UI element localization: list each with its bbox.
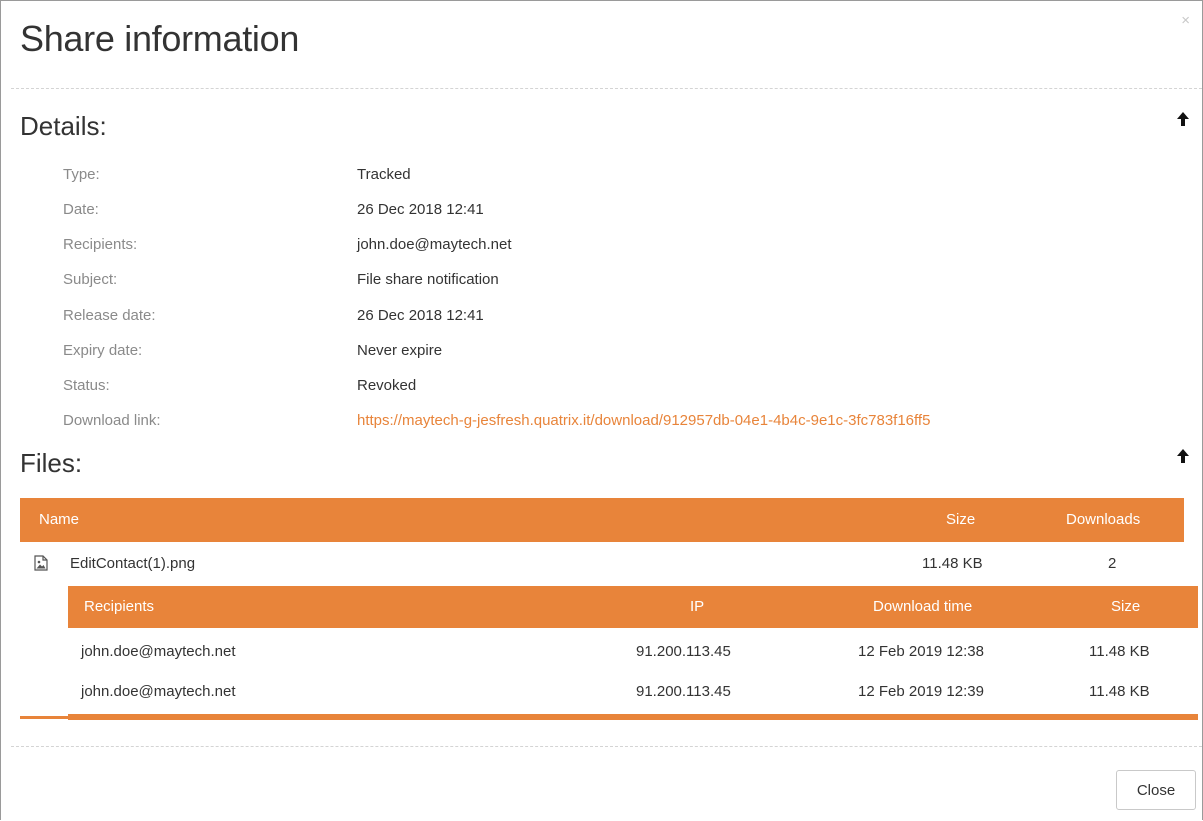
download-link[interactable]: https://maytech-g-jesfresh.quatrix.it/do… [357,412,930,429]
downloads-table-footer-bar [68,714,1198,720]
download-ip: 91.200.113.45 [636,683,731,700]
downloads-table-header: Recipients IP Download time Size [68,586,1198,628]
detail-label: Status: [63,377,110,394]
detail-label: Expiry date: [63,342,143,359]
dialog-title: Share information [20,18,300,59]
download-row: john.doe@maytech.net 91.200.113.45 12 Fe… [68,635,1198,671]
footer-divider [11,746,1202,747]
file-downloads-count: 2 [1108,555,1117,572]
download-row: john.doe@maytech.net 91.200.113.45 12 Fe… [68,675,1198,711]
image-file-icon [34,555,48,571]
column-header-ip[interactable]: IP [690,598,704,615]
file-row[interactable]: EditContact(1).png 11.48 KB 2 [20,549,1184,581]
download-time: 12 Feb 2019 12:39 [858,683,984,700]
download-time: 12 Feb 2019 12:38 [858,643,984,660]
detail-value: Tracked [357,166,411,183]
files-collapse-arrow-up-icon[interactable] [1176,448,1190,464]
files-table-footer-bar [20,716,68,719]
detail-value: 26 Dec 2018 12:41 [357,201,484,218]
detail-value: john.doe@maytech.net [357,236,512,253]
column-header-download-time[interactable]: Download time [873,598,972,615]
download-ip: 91.200.113.45 [636,643,731,660]
detail-value: File share notification [357,271,499,288]
download-recipient: john.doe@maytech.net [81,643,236,660]
column-header-size[interactable]: Size [1111,598,1140,615]
download-size: 11.48 KB [1089,683,1150,700]
files-table-header: Name Size Downloads [20,498,1184,542]
detail-value: Never expire [357,342,443,359]
file-name[interactable]: EditContact(1).png [70,555,195,572]
download-size: 11.48 KB [1089,643,1150,660]
close-button[interactable]: Close [1116,770,1196,810]
download-recipient: john.doe@maytech.net [81,683,236,700]
detail-label: Type: [63,166,100,183]
share-information-dialog: × Share information Details: Type: Track… [0,0,1203,820]
files-heading: Files: [20,448,83,478]
detail-label: Subject: [63,271,118,288]
detail-label: Download link: [63,412,161,429]
close-icon[interactable]: × [1181,13,1190,28]
column-header-downloads[interactable]: Downloads [1066,511,1140,528]
column-header-size[interactable]: Size [946,511,975,528]
header-divider [11,88,1202,89]
details-collapse-arrow-up-icon[interactable] [1176,111,1190,127]
file-size: 11.48 KB [922,555,983,572]
detail-label: Release date: [63,307,156,324]
details-heading: Details: [20,111,107,141]
column-header-recipients[interactable]: Recipients [84,598,154,615]
detail-label: Recipients: [63,236,138,253]
column-header-name[interactable]: Name [39,511,79,528]
detail-value: 26 Dec 2018 12:41 [357,307,484,324]
detail-value: Revoked [357,377,417,394]
detail-label: Date: [63,201,99,218]
